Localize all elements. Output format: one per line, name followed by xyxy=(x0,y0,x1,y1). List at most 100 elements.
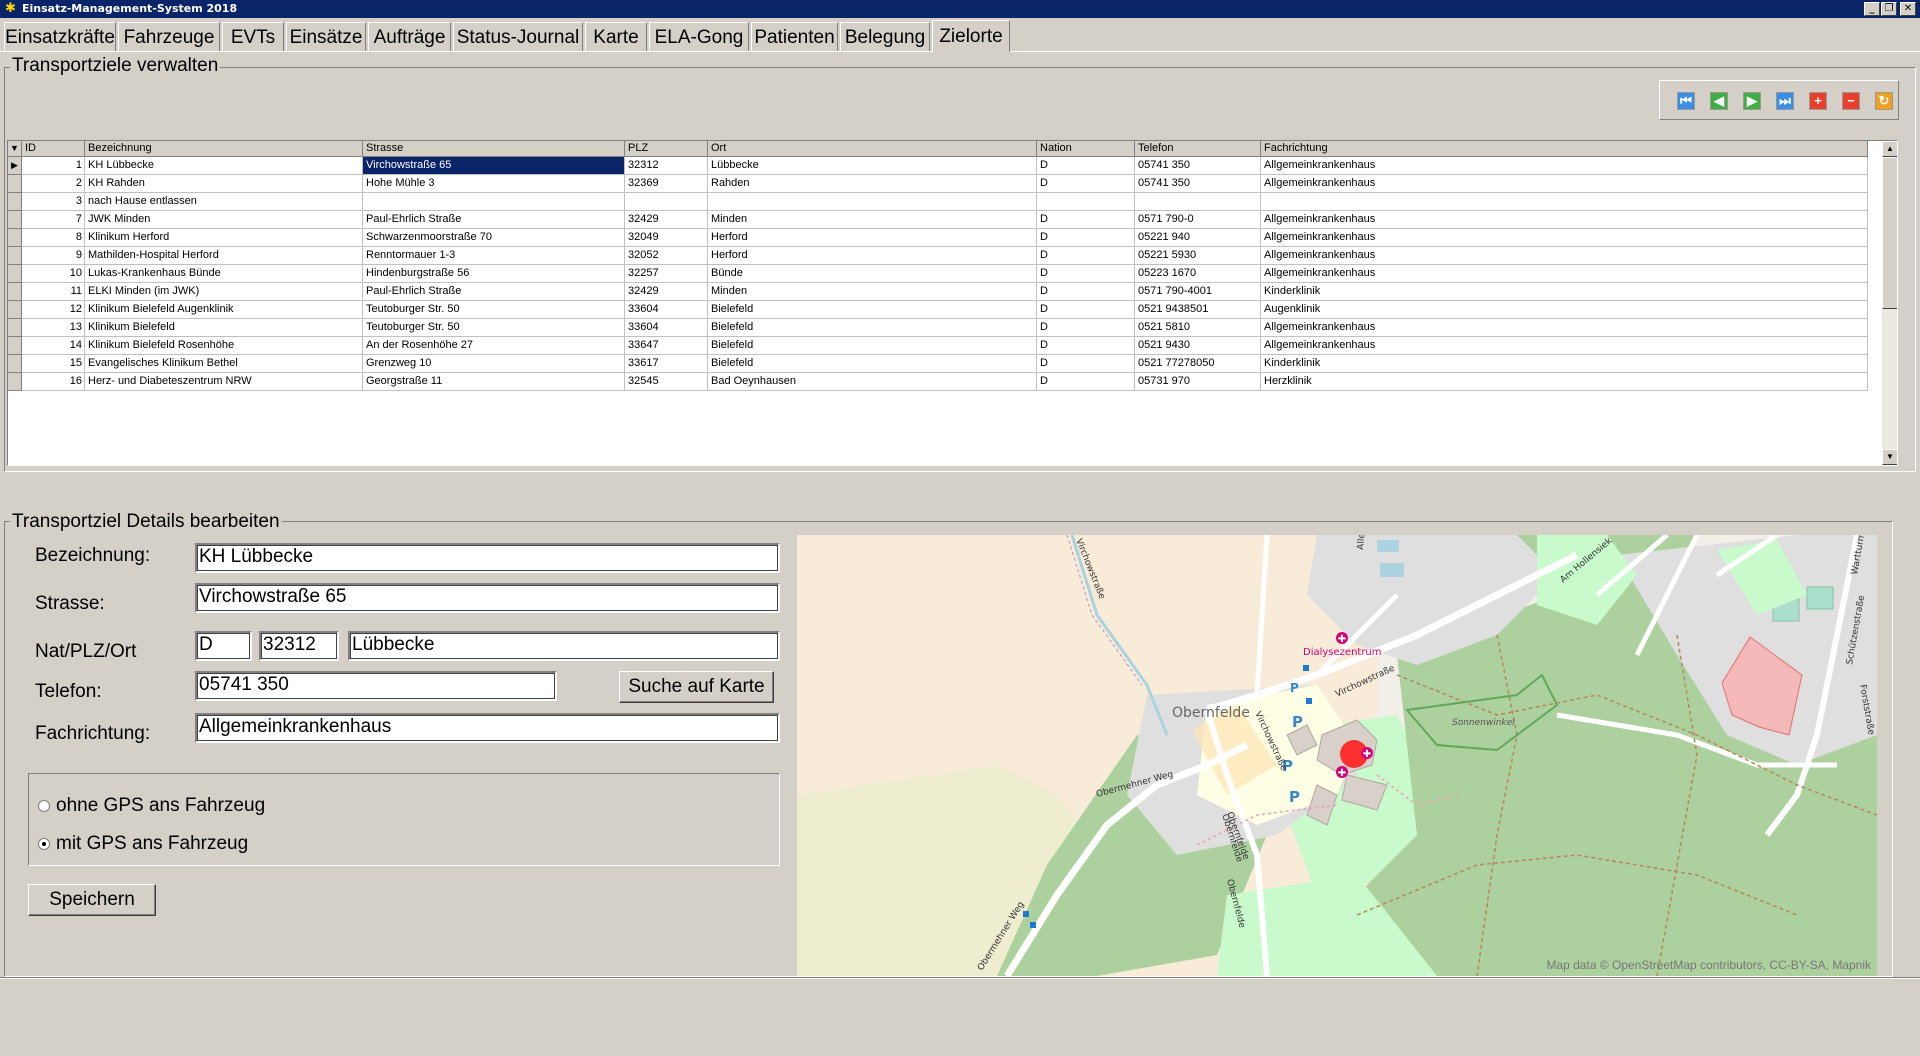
prev-record-icon[interactable]: ◀ xyxy=(1710,92,1728,110)
close-button[interactable]: ✕ xyxy=(1900,2,1916,16)
cell-nation[interactable]: D xyxy=(1037,229,1135,247)
cell-name[interactable]: Mathilden-Hospital Herford xyxy=(85,247,363,265)
next-record-icon[interactable]: ▶ xyxy=(1743,92,1761,110)
column-header-id[interactable]: ID xyxy=(22,141,85,157)
cell-dept[interactable]: Allgemeinkrankenhaus xyxy=(1261,229,1868,247)
cell-nation[interactable]: D xyxy=(1037,373,1135,391)
cell-dept[interactable]: Allgemeinkrankenhaus xyxy=(1261,157,1868,175)
cell-street[interactable]: Teutoburger Str. 50 xyxy=(363,301,625,319)
cell-id[interactable]: 12 xyxy=(22,301,85,319)
cell-street[interactable]: An der Rosenhöhe 27 xyxy=(363,337,625,355)
gps-off-radio[interactable] xyxy=(38,800,50,812)
cell-plz[interactable]: 32257 xyxy=(625,265,708,283)
tab-patienten[interactable]: Patienten xyxy=(751,22,838,52)
table-row[interactable]: 2 KH Rahden Hohe Mühle 3 32369 Rahden D 05741 … xyxy=(8,175,1868,193)
cell-city[interactable] xyxy=(708,193,1037,211)
cell-id[interactable]: 9 xyxy=(22,247,85,265)
cell-street[interactable] xyxy=(363,193,625,211)
cell-nation[interactable]: D xyxy=(1037,319,1135,337)
cell-dept[interactable]: Allgemeinkrankenhaus xyxy=(1261,319,1868,337)
cell-dept[interactable]: Allgemeinkrankenhaus xyxy=(1261,211,1868,229)
map-canvas[interactable]: ✚ ✚ ✚ P P P P Dialysezentrum Obernfelde … xyxy=(797,535,1877,976)
street-input[interactable]: Virchowstraße 65 xyxy=(195,583,780,613)
cell-phone[interactable]: 05731 970 xyxy=(1135,373,1261,391)
row-selector[interactable] xyxy=(8,283,22,301)
cell-street[interactable]: Teutoburger Str. 50 xyxy=(363,319,625,337)
cell-phone[interactable]: 0521 77278050 xyxy=(1135,355,1261,373)
cell-city[interactable]: Minden xyxy=(708,283,1037,301)
tab-karte[interactable]: Karte xyxy=(585,22,647,52)
column-header-street[interactable]: Strasse xyxy=(363,141,625,157)
dept-input[interactable]: Allgemeinkrankenhaus xyxy=(195,713,780,743)
column-header-city[interactable]: Ort xyxy=(708,141,1037,157)
cell-phone[interactable]: 05223 1670 xyxy=(1135,265,1261,283)
current-row-indicator-icon[interactable]: ▶ xyxy=(8,157,22,175)
scroll-down-icon[interactable]: ▼ xyxy=(1882,449,1897,465)
row-selector[interactable] xyxy=(8,355,22,373)
table-row[interactable]: 15 Evangelisches Klinikum Bethel Grenzweg … xyxy=(8,355,1868,373)
cell-city[interactable]: Bielefeld xyxy=(708,301,1037,319)
delete-record-icon[interactable]: − xyxy=(1842,92,1860,110)
cell-nation[interactable]: D xyxy=(1037,157,1135,175)
cell-nation[interactable] xyxy=(1037,193,1135,211)
cell-phone[interactable]: 05741 350 xyxy=(1135,157,1261,175)
add-record-icon[interactable]: + xyxy=(1809,92,1827,110)
cell-street[interactable]: Georgstraße 11 xyxy=(363,373,625,391)
row-selector[interactable] xyxy=(8,229,22,247)
row-selector[interactable] xyxy=(8,319,22,337)
cell-nation[interactable]: D xyxy=(1037,265,1135,283)
cell-dept[interactable]: Allgemeinkrankenhaus xyxy=(1261,175,1868,193)
cell-phone[interactable]: 05221 5930 xyxy=(1135,247,1261,265)
cell-phone[interactable]: 0521 5810 xyxy=(1135,319,1261,337)
cell-plz[interactable]: 33604 xyxy=(625,319,708,337)
cell-plz[interactable]: 32545 xyxy=(625,373,708,391)
cell-phone[interactable]: 05221 940 xyxy=(1135,229,1261,247)
cell-street[interactable]: Grenzweg 10 xyxy=(363,355,625,373)
cell-city[interactable]: Minden xyxy=(708,211,1037,229)
tab-evts[interactable]: EVTs xyxy=(222,22,284,52)
cell-plz[interactable]: 32052 xyxy=(625,247,708,265)
tab-ela-gong[interactable]: ELA-Gong xyxy=(649,22,749,52)
cell-plz[interactable]: 32429 xyxy=(625,283,708,301)
cell-dept[interactable]: Herzklinik xyxy=(1261,373,1868,391)
cell-nation[interactable]: D xyxy=(1037,355,1135,373)
cell-street[interactable]: Virchowstraße 65 xyxy=(363,157,625,175)
cell-id[interactable]: 15 xyxy=(22,355,85,373)
cell-name[interactable]: KH Lübbecke xyxy=(85,157,363,175)
cell-id[interactable]: 16 xyxy=(22,373,85,391)
cell-dept[interactable]: Allgemeinkrankenhaus xyxy=(1261,247,1868,265)
column-header-phone[interactable]: Telefon xyxy=(1135,141,1261,157)
name-input[interactable]: KH Lübbecke xyxy=(195,543,780,573)
row-selector[interactable] xyxy=(8,337,22,355)
table-row[interactable]: ▶ 1 KH Lübbecke Virchowstraße 65 32312 Lübbec… xyxy=(8,157,1868,175)
cell-city[interactable]: Herford xyxy=(708,229,1037,247)
cell-name[interactable]: Lukas-Krankenhaus Bünde xyxy=(85,265,363,283)
cell-street[interactable]: Paul-Ehrlich Straße xyxy=(363,283,625,301)
cell-id[interactable]: 1 xyxy=(22,157,85,175)
cell-nation[interactable]: D xyxy=(1037,175,1135,193)
cell-street[interactable]: Schwarzenmoorstraße 70 xyxy=(363,229,625,247)
cell-name[interactable]: Klinikum Bielefeld Rosenhöhe xyxy=(85,337,363,355)
column-header-dept[interactable]: Fachrichtung xyxy=(1261,141,1868,157)
table-row[interactable]: 9 Mathilden-Hospital Herford Renntormauer … xyxy=(8,247,1868,265)
cell-city[interactable]: Herford xyxy=(708,247,1037,265)
table-row[interactable]: 16 Herz- und Diabeteszentrum NRW Georgstra… xyxy=(8,373,1868,391)
tab-belegung[interactable]: Belegung xyxy=(840,22,930,52)
cell-dept[interactable] xyxy=(1261,193,1868,211)
gps-on-label[interactable]: mit GPS ans Fahrzeug xyxy=(56,833,248,855)
table-row[interactable]: 11 ELKI Minden (im JWK) Paul-Ehrlich Straß… xyxy=(8,283,1868,301)
table-scrollbar[interactable]: ▲ ▼ xyxy=(1882,141,1897,465)
cell-name[interactable]: ELKI Minden (im JWK) xyxy=(85,283,363,301)
minimize-button[interactable]: _ xyxy=(1864,2,1880,16)
cell-phone[interactable]: 0521 9430 xyxy=(1135,337,1261,355)
cell-city[interactable]: Bünde xyxy=(708,265,1037,283)
cell-id[interactable]: 2 xyxy=(22,175,85,193)
city-input[interactable]: Lübbecke xyxy=(348,631,780,661)
nation-input[interactable]: D xyxy=(195,631,252,661)
row-selector[interactable] xyxy=(8,247,22,265)
cell-phone[interactable] xyxy=(1135,193,1261,211)
plz-input[interactable]: 32312 xyxy=(259,631,339,661)
cell-dept[interactable]: Kinderklinik xyxy=(1261,355,1868,373)
column-header-nation[interactable]: Nation xyxy=(1037,141,1135,157)
search-on-map-button[interactable]: Suche auf Karte xyxy=(619,671,774,703)
